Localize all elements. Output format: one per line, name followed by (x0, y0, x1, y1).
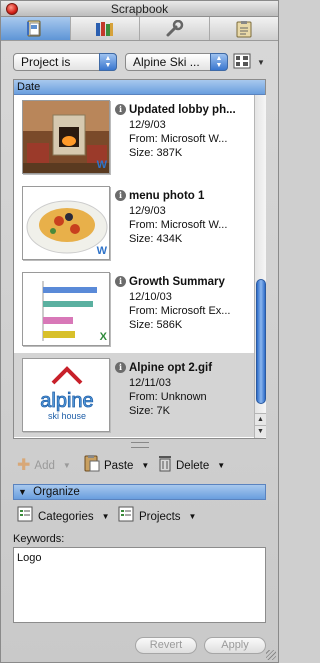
word-doc-icon: W (96, 159, 107, 171)
scrapbook-window: Scrapbook Project is ▲ ▼ Alpine Ski ... … (0, 0, 279, 663)
item-name: menu photo 1 (129, 190, 205, 202)
item-source: From: Microsoft W... (129, 133, 228, 145)
view-options-button[interactable] (233, 53, 253, 71)
item-date: 12/10/03 (129, 291, 172, 303)
column-header-date[interactable]: Date (14, 80, 265, 95)
add-button[interactable]: ✚ Add ▼ (17, 457, 71, 475)
books-icon (94, 20, 116, 38)
info-icon[interactable]: i (115, 190, 126, 201)
tab-books[interactable] (71, 17, 140, 40)
info-icon[interactable]: i (115, 276, 126, 287)
item-meta: Alpine opt 2.gif 12/11/03 From: Unknown … (129, 361, 254, 418)
clipboard-icon (234, 20, 254, 38)
alpine-logo-thumbnail: alpine ski house (22, 358, 110, 432)
keywords-label: Keywords: (13, 533, 65, 545)
list-item[interactable]: W i menu photo 1 12/9/03 From: Microsoft… (14, 181, 254, 265)
scrollbar-thumb[interactable] (256, 279, 266, 404)
item-meta: Growth Summary 12/10/03 From: Microsoft … (129, 275, 254, 332)
info-icon[interactable]: i (115, 362, 126, 373)
delete-button[interactable]: Delete ▼ (158, 454, 226, 478)
chevron-down-icon: ▼ (217, 461, 226, 470)
pane-splitter[interactable] (131, 442, 149, 448)
chevron-down-icon[interactable]: ▼ (257, 58, 265, 67)
grid-view-icon (233, 53, 251, 72)
categories-icon (17, 506, 33, 528)
paste-label: Paste (104, 460, 134, 472)
list-item-selected[interactable]: alpine ski house i Alpine opt 2.gif 12/1… (14, 353, 254, 437)
projects-icon (118, 506, 134, 528)
title-bar[interactable]: Scrapbook (1, 1, 278, 17)
item-source: From: Microsoft W... (129, 219, 228, 231)
tab-scrapbook[interactable] (1, 17, 71, 40)
word-doc-icon: W (96, 245, 107, 257)
item-meta: menu photo 1 12/9/03 From: Microsoft W..… (129, 189, 254, 246)
popup-arrows-icon: ▲ ▼ (99, 53, 117, 71)
scroll-down-arrow-icon[interactable]: ▼ (255, 425, 266, 437)
tab-clipboard[interactable] (210, 17, 279, 40)
item-source: From: Unknown (129, 391, 207, 403)
categories-button[interactable]: Categories ▼ (17, 506, 110, 528)
item-source: From: Microsoft Ex... (129, 305, 231, 317)
chevron-down-icon: ▼ (188, 512, 197, 521)
apply-button[interactable]: Apply (204, 637, 266, 654)
paste-button[interactable]: Paste ▼ (84, 454, 150, 478)
filter-field-label: Project is (21, 55, 71, 69)
svg-text:ski house: ski house (48, 411, 86, 421)
item-size: Size: 586K (129, 319, 183, 331)
list-rows: W i Updated lobby ph... 12/9/03 From: Mi… (14, 95, 254, 438)
tab-tools[interactable] (140, 17, 210, 40)
excel-doc-icon: X (99, 331, 107, 343)
resize-grip-icon[interactable] (266, 650, 276, 660)
categories-label: Categories (38, 511, 94, 523)
item-size: Size: 7K (129, 405, 170, 417)
item-meta: Updated lobby ph... 12/9/03 From: Micros… (129, 103, 254, 160)
revert-button[interactable]: Revert (135, 637, 197, 654)
chevron-down-icon: ▼ (101, 512, 110, 521)
item-date: 12/9/03 (129, 119, 166, 131)
bar-chart-thumbnail: X (22, 272, 110, 346)
keywords-value: Logo (17, 552, 42, 564)
filter-field-popup[interactable]: Project is ▲ ▼ (13, 53, 117, 71)
paste-icon (84, 454, 100, 478)
list-item[interactable]: W i Updated lobby ph... 12/9/03 From: Mi… (14, 95, 254, 179)
lobby-photo-thumbnail: W (22, 100, 110, 174)
organize-title: Organize (33, 486, 80, 498)
chevron-down-icon: ▼ (141, 461, 150, 470)
item-name: Alpine opt 2.gif (129, 362, 213, 374)
projects-label: Projects (139, 511, 181, 523)
svg-text:alpine: alpine (40, 390, 93, 412)
item-date: 12/9/03 (129, 205, 166, 217)
item-size: Size: 387K (129, 147, 183, 159)
disclosure-triangle-icon: ▼ (18, 487, 27, 497)
scrapbook-icon (25, 20, 45, 38)
plus-icon: ✚ (17, 457, 31, 474)
item-name: Updated lobby ph... (129, 104, 236, 116)
pasta-photo-thumbnail: W (22, 186, 110, 260)
window-title: Scrapbook (110, 2, 169, 16)
keywords-field[interactable]: Logo (13, 547, 266, 623)
organize-section-header[interactable]: ▼ Organize (13, 484, 266, 500)
toolbar (1, 17, 278, 41)
wrench-icon (164, 19, 184, 38)
scroll-up-arrow-icon[interactable]: ▲ (255, 413, 266, 425)
delete-label: Delete (176, 460, 210, 472)
item-size: Size: 434K (129, 233, 183, 245)
info-icon[interactable]: i (115, 104, 126, 115)
projects-button[interactable]: Projects ▼ (118, 506, 197, 528)
item-date: 12/11/03 (129, 377, 172, 389)
item-name: Growth Summary (129, 276, 225, 288)
popup-arrows-icon: ▲ ▼ (210, 53, 228, 71)
clipping-list: Date W i Updated lobby ph... 12/9/03 Fro… (13, 79, 266, 439)
filter-value-popup[interactable]: Alpine Ski ... ▲ ▼ (125, 53, 228, 71)
vertical-scrollbar[interactable]: ▲ ▼ (254, 95, 266, 438)
chevron-down-icon: ▼ (62, 461, 71, 470)
filter-value-label: Alpine Ski ... (133, 55, 200, 69)
add-label: Add (34, 460, 55, 472)
trash-icon (158, 454, 172, 478)
list-item[interactable]: X i Growth Summary 12/10/03 From: Micros… (14, 267, 254, 351)
